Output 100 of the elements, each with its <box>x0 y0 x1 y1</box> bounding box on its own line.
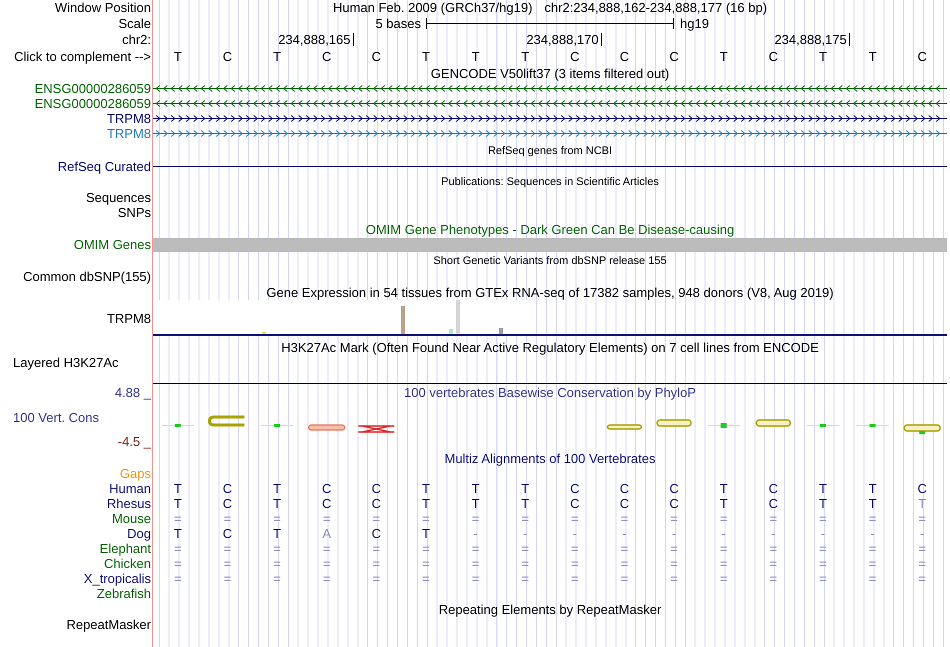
track-label[interactable]: Chicken <box>104 556 151 571</box>
conservation-mark <box>358 425 396 433</box>
alignment-base: T <box>918 496 926 511</box>
alignment-base: C <box>620 481 630 496</box>
track-label[interactable]: Zebrafish <box>96 586 151 601</box>
alignment-base: T <box>818 481 827 496</box>
track-label[interactable]: ENSG00000286059 <box>34 96 151 111</box>
track-title: Short Genetic Variants from dbSNP release 155 <box>433 255 667 267</box>
alignment-base: = <box>422 511 430 526</box>
track-label[interactable]: 100 Vert. Cons <box>13 410 99 424</box>
track-title: 100 vertebrates Basewise Conservation by PhyloP <box>404 384 696 400</box>
complement-link[interactable]: Click to complement --> <box>14 49 151 64</box>
alignment-base: = <box>224 541 232 556</box>
sequence-base: C <box>669 49 679 64</box>
alignment-base: - <box>820 526 826 541</box>
alignment-base: C <box>768 481 778 496</box>
alignment-base: = <box>472 571 480 586</box>
axis-max-label: 4.88 _ <box>114 385 151 400</box>
track-title: Multiz Alignments of 100 Vertebrates <box>444 451 656 466</box>
alignment-base: T <box>868 481 877 496</box>
alignment-base: = <box>322 571 330 586</box>
conservation-mark <box>161 424 194 427</box>
track-label[interactable]: SNPs <box>118 205 151 220</box>
alignment-base: = <box>322 556 330 571</box>
track-label[interactable]: TRPM8 <box>106 111 151 126</box>
expression-bar <box>499 328 503 334</box>
sequence-base: T <box>472 49 480 64</box>
sequence-base: C <box>322 49 332 64</box>
alignment-base: = <box>372 556 380 571</box>
alignment-base: = <box>819 556 827 571</box>
alignment-base: = <box>670 541 678 556</box>
track-label[interactable]: RepeatMasker <box>66 617 151 632</box>
alignment-base: C <box>669 481 679 496</box>
alignment-base: T <box>472 481 480 496</box>
alignment-base: = <box>670 511 678 526</box>
conservation-mark <box>656 419 692 427</box>
alignment-base: = <box>819 541 827 556</box>
alignment-base: = <box>422 541 430 556</box>
alignment-base: = <box>868 571 876 586</box>
alignment-base: = <box>918 511 926 526</box>
track-label[interactable]: TRPM8 <box>106 310 151 326</box>
alignment-base: C <box>322 481 332 496</box>
track-label[interactable]: TRPM8 <box>106 126 151 141</box>
alignment-base: = <box>868 556 876 571</box>
track-label[interactable]: Human <box>109 481 151 496</box>
alignment-base: T <box>868 496 877 511</box>
track-label[interactable]: Rhesus <box>106 496 151 511</box>
conservation-mark <box>806 424 840 427</box>
alignment-base: C <box>372 496 381 511</box>
alignment-base: = <box>521 556 529 571</box>
track-label[interactable]: ENSG00000286059 <box>34 81 151 96</box>
conservation-mark <box>260 424 294 427</box>
track-label[interactable]: RefSeq Curated <box>58 159 151 174</box>
sequence-base: T <box>422 49 430 64</box>
track-label[interactable]: Dog <box>127 526 151 541</box>
expression-bar <box>401 306 405 334</box>
alignment-base: = <box>819 571 827 586</box>
alignment-base: T <box>273 496 282 511</box>
ruler-coordinate: 234,888,165 <box>278 32 350 47</box>
alignment-base: C <box>372 481 381 496</box>
alignment-base: - <box>771 526 776 541</box>
track-label[interactable]: Sequences <box>86 190 151 205</box>
alignment-base: = <box>868 541 876 556</box>
alignment-base: = <box>720 511 728 526</box>
position-range: chr2:234,888,162-234,888,177 (16 bp) <box>544 0 768 15</box>
track-label[interactable]: Common dbSNP(155) <box>23 269 151 284</box>
sequence-base: T <box>174 49 182 64</box>
alignment-base: = <box>224 511 232 526</box>
sequence-base: C <box>620 49 630 64</box>
alignment-base: C <box>620 496 630 511</box>
row-label: chr2: <box>122 32 151 47</box>
track-label[interactable]: Mouse <box>112 511 151 526</box>
sequence-base: C <box>917 49 927 64</box>
track-label[interactable]: Layered H3K27Ac <box>13 355 119 370</box>
alignment-base: = <box>918 541 926 556</box>
alignment-base: = <box>620 541 628 556</box>
alignment-base: T <box>818 496 827 511</box>
alignment-base: = <box>620 571 628 586</box>
alignment-base: T <box>174 481 182 496</box>
alignment-base: = <box>571 556 579 571</box>
sequence-base: C <box>768 49 778 64</box>
alignment-base: = <box>620 511 628 526</box>
alignment-base: T <box>422 496 430 511</box>
alignment-base: = <box>472 556 480 571</box>
sequence-base: T <box>818 49 827 64</box>
alignment-base: = <box>372 541 380 556</box>
track-label[interactable]: X_tropicalis <box>84 571 151 586</box>
alignment-base: - <box>622 526 627 541</box>
alignment-base: T <box>174 526 182 541</box>
track-label[interactable]: OMIM Genes <box>74 237 151 252</box>
alignment-base: = <box>273 571 281 586</box>
alignment-base: = <box>372 511 380 526</box>
conservation-mark <box>208 416 244 426</box>
alignment-base: = <box>422 571 430 586</box>
alignment-base: = <box>174 541 182 556</box>
alignment-base: = <box>868 511 876 526</box>
sequence-base: C <box>222 49 232 64</box>
alignment-base: C <box>570 496 580 511</box>
track-label[interactable]: Elephant <box>100 541 151 556</box>
track-title: Repeating Elements by RepeatMasker <box>438 602 662 616</box>
